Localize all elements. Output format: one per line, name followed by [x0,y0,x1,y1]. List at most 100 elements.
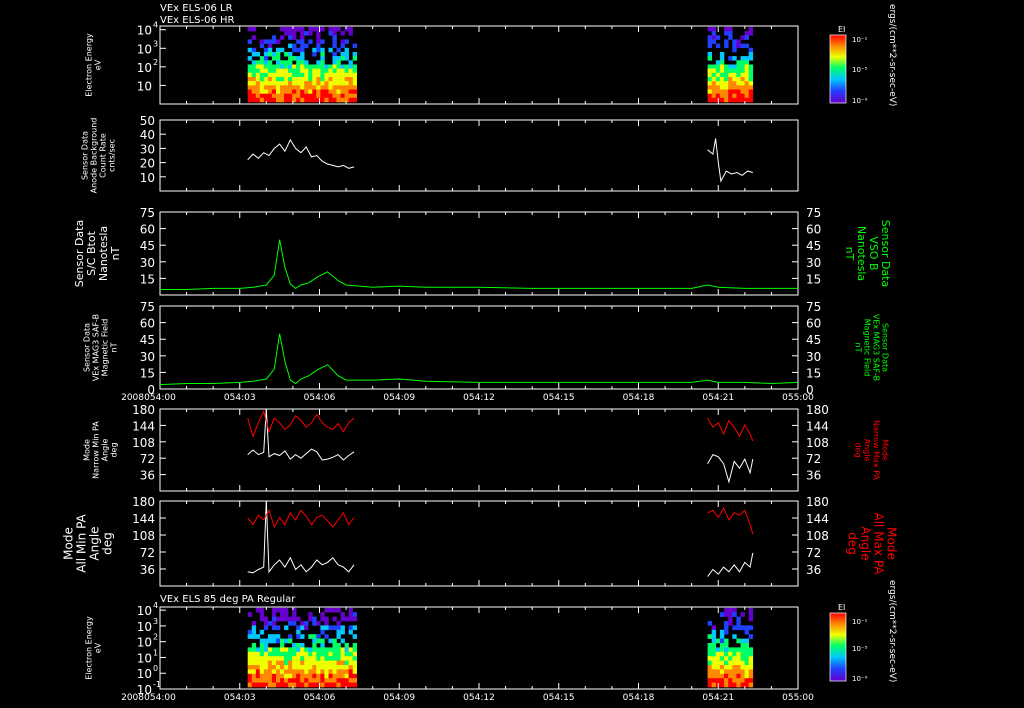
spectro-cell [251,673,257,679]
spectro-cell [728,647,733,653]
spectro-cell [316,60,321,65]
spectro-cell [344,47,349,53]
spectro-cell [280,651,285,657]
spectro-cell [348,31,353,36]
spectro-cell [732,77,737,82]
spectro-cell [328,647,333,653]
spectro-cell [732,651,737,657]
spectro-cell [304,621,309,626]
spectro-cell [328,47,333,53]
spectro-cell [736,621,741,626]
spectro-cell [280,72,285,78]
spectro-cell [336,673,341,679]
spectro-cell [263,647,269,653]
spectro-cell [707,77,712,82]
spectro-cell [715,89,721,94]
spectro-cell [308,97,313,103]
spectrogram-top-panel: 10 410 310 210Electron Energy eV [84,21,799,105]
spectro-cell [247,47,252,53]
spectro-cell [259,56,265,61]
spectro-cell [728,665,733,670]
spectro-cell [284,52,289,57]
spectro-cell [312,77,317,82]
spectro-cell [296,629,301,635]
y-tick-exponent: 4 [153,601,158,610]
spectro-cell [719,678,725,683]
spectro-cell [276,85,281,90]
spectro-cell [263,678,269,683]
spectro-cell [328,673,333,679]
spectro-cell [724,607,729,613]
spectro-cell [308,64,313,69]
spectro-cell [324,625,329,631]
spectro-cell [304,81,309,86]
y-tick-exponent: 3 [153,39,158,48]
spectro-cell [340,616,345,622]
spectro-cell [707,634,712,639]
spectro-cell [715,43,721,49]
spectro-cell [340,39,345,44]
all-pa-ylabel-right-line: Mode [884,527,898,560]
spectro-cell [271,612,277,617]
spectro-cell [292,68,297,74]
spectro-cell [711,85,717,90]
spectro-cell [259,607,265,613]
spectro-cell [288,638,293,644]
spectro-cell [263,638,269,644]
spectro-cell [348,81,353,86]
spectro-cell [719,68,725,74]
spectro-cell [255,89,261,94]
spectro-cell [247,634,252,639]
spectro-cell [300,52,305,57]
y-tick-label: 30 [140,142,155,156]
spectro-cell [748,97,754,103]
y-tick-label: 72 [140,546,155,560]
spectro-cell [312,682,317,688]
spectro-cell [719,72,725,78]
spectro-cell [316,673,321,679]
spectro-cell [748,81,754,86]
spectro-cell [251,64,257,69]
spectro-cell [312,660,317,666]
spectro-cell [284,660,289,666]
spectro-cell [732,39,737,44]
spectro-cell [304,673,309,679]
spectro-cell [711,625,717,631]
spectro-cell [304,678,309,683]
spectro-cell [320,93,325,99]
time-axis: 054:00 054:03 054:06 054:09 054:12 054:15 054:… [121,306,814,403]
spectrogram-bottom-panel: 10 410 310 210 110 010 -1054:00 054:03 054:06 054… [84,601,814,703]
spectro-cell [336,68,341,74]
spectro-cell [251,60,257,65]
spectro-cell [300,673,305,679]
spectro-cell [292,651,297,657]
spectro-cell [744,660,749,666]
spectro-cell [316,77,321,82]
spectro-cell [247,660,252,666]
spectro-cell [744,60,749,65]
spectro-cell [732,669,737,675]
spectro-cell [308,682,313,688]
spectro-cell [728,651,733,657]
spectro-cell [316,665,321,670]
spectro-cell [304,682,309,688]
spectro-cell [344,647,349,653]
spectro-cell [292,93,297,99]
spectro-cell [736,673,741,679]
spectro-cell [271,607,277,613]
spectro-cell [328,93,333,99]
spectro-cell [284,77,289,82]
spectro-cell [312,52,317,57]
spectro-cell [267,85,273,90]
spectro-cell [296,669,301,675]
spectro-cell [247,26,252,32]
spectro-cell [312,643,317,648]
spectro-cell [715,85,721,90]
spectro-cell [255,77,261,82]
spectro-cell [719,682,725,688]
spectro-cell [280,607,285,613]
spectro-cell [344,39,349,44]
spectro-cell [336,665,341,670]
time-tick-label: 054:03 [224,693,256,703]
spectro-cell [288,682,293,688]
